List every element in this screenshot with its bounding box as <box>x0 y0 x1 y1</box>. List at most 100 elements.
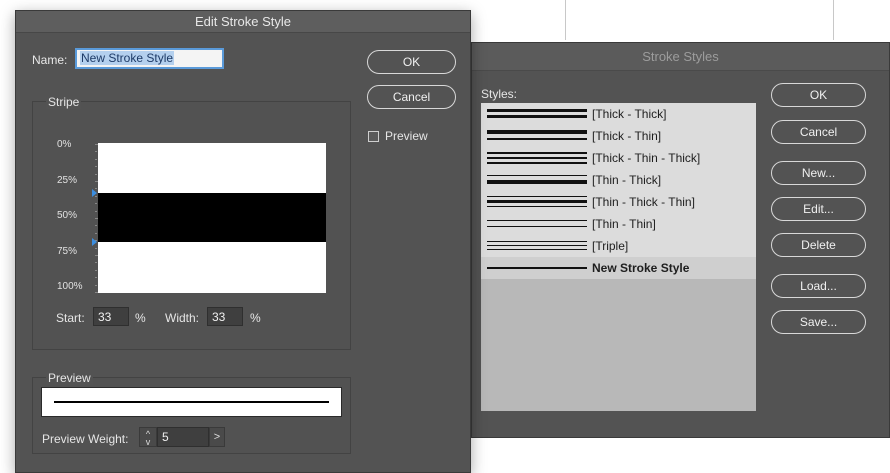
stripe-ruler-tick <box>95 166 97 168</box>
width-unit: % <box>250 311 261 325</box>
width-input[interactable]: 33 <box>207 307 243 326</box>
stroke-style-item[interactable]: [Thick - Thin - Thick] <box>481 147 756 169</box>
stripe-canvas[interactable] <box>98 143 326 293</box>
preview-weight-input[interactable]: 5 <box>157 427 209 447</box>
styles-edit-button[interactable]: Edit... <box>771 197 866 221</box>
stroke-style-sample <box>487 129 587 143</box>
stroke-style-sample-line <box>487 175 587 176</box>
stroke-style-sample <box>487 195 587 209</box>
preview-group-title: Preview <box>46 371 93 385</box>
stroke-style-label: [Thin - Thick - Thin] <box>592 195 695 209</box>
edit-stroke-style-dialog: Edit Stroke Style Name: New Stroke Style… <box>15 10 471 473</box>
preview-weight-menu-arrow-icon[interactable]: > <box>209 427 225 447</box>
stroke-style-item[interactable]: [Thin - Thick - Thin] <box>481 191 756 213</box>
stroke-style-item[interactable]: New Stroke Style <box>481 257 756 279</box>
stroke-style-sample <box>487 239 587 253</box>
cancel-button[interactable]: Cancel <box>367 85 456 109</box>
stroke-style-sample-line <box>487 115 587 118</box>
width-label: Width: <box>165 311 200 325</box>
stroke-preview-line <box>54 401 329 403</box>
stroke-preview <box>41 387 342 417</box>
stroke-style-item[interactable]: [Thick - Thin] <box>481 125 756 147</box>
stroke-style-sample-line <box>487 249 587 250</box>
styles-save-button[interactable]: Save... <box>771 310 866 334</box>
styles-delete-button[interactable]: Delete <box>771 233 866 257</box>
name-input[interactable]: New Stroke Style <box>75 48 224 69</box>
stroke-style-sample-line <box>487 157 587 159</box>
document-guide-line <box>833 0 834 40</box>
stripe-tick-label: 0% <box>57 139 72 150</box>
styles-new-button[interactable]: New... <box>771 161 866 185</box>
edit-stroke-style-titlebar[interactable]: Edit Stroke Style <box>16 11 470 33</box>
stroke-style-sample-line <box>487 245 587 246</box>
stroke-style-sample-line <box>487 206 587 207</box>
preview-checkbox-box[interactable] <box>368 130 379 142</box>
stripe-ruler-tick <box>95 277 97 279</box>
stripe-group-title: Stripe <box>46 95 82 109</box>
stroke-style-sample-line <box>487 226 587 227</box>
stroke-style-sample-line <box>487 162 587 164</box>
stepper-down-icon[interactable]: v <box>140 438 156 447</box>
stripe-ruler-tick <box>95 232 97 234</box>
stripe-ruler-tick <box>95 151 97 153</box>
stripe-band[interactable] <box>98 192 326 242</box>
stroke-style-sample-line <box>487 130 587 134</box>
stroke-style-item[interactable]: [Thin - Thin] <box>481 213 756 235</box>
stroke-style-item[interactable]: [Triple] <box>481 235 756 257</box>
preview-checkbox[interactable]: Preview <box>368 129 428 143</box>
start-unit: % <box>135 311 146 325</box>
stroke-style-item[interactable]: [Thin - Thick] <box>481 169 756 191</box>
stripe-ruler-tick <box>95 203 97 205</box>
start-label: Start: <box>56 311 85 325</box>
stripe-ruler-tick <box>95 225 97 227</box>
stroke-style-label: [Thick - Thin - Thick] <box>592 151 701 165</box>
preview-checkbox-label: Preview <box>385 129 428 143</box>
preview-weight-stepper[interactable]: ^ v <box>139 427 157 447</box>
stripe-end-marker[interactable] <box>92 238 97 246</box>
preview-weight-label: Preview Weight: <box>42 432 129 446</box>
stripe-tick-label: 100% <box>57 281 83 292</box>
name-label: Name: <box>32 53 68 67</box>
stripe-ruler-tick <box>95 210 97 212</box>
document-guide-line <box>565 0 566 40</box>
stroke-style-sample <box>487 217 587 231</box>
name-input-value: New Stroke Style <box>80 51 175 65</box>
stroke-style-sample-line <box>487 180 587 184</box>
stroke-style-sample-line <box>487 241 587 242</box>
stroke-style-item[interactable]: [Thick - Thick] <box>481 103 756 125</box>
styles-label: Styles: <box>481 87 518 101</box>
stroke-styles-dialog: Stroke Styles Styles: [Thick - Thick] [Th… <box>471 42 890 438</box>
styles-cancel-button[interactable]: Cancel <box>771 120 866 144</box>
stroke-style-sample <box>487 151 587 165</box>
stroke-style-label: [Thin - Thin] <box>592 217 656 231</box>
stripe-ruler-tick <box>95 269 97 271</box>
stroke-style-label: [Triple] <box>592 239 629 253</box>
stroke-style-sample <box>487 173 587 187</box>
stroke-style-sample-line <box>487 220 587 221</box>
stroke-style-label: [Thick - Thin] <box>592 129 662 143</box>
stripe-tick-label: 75% <box>57 245 78 257</box>
styles-load-button[interactable]: Load... <box>771 274 866 298</box>
stroke-style-sample <box>487 261 587 275</box>
stroke-style-sample-line <box>487 138 587 140</box>
stroke-style-sample-line <box>487 109 587 112</box>
stroke-style-sample-line <box>487 152 587 154</box>
stripe-tick-label: 50% <box>57 210 78 221</box>
stripe-ruler-tick <box>95 284 97 286</box>
stroke-style-sample <box>487 107 587 121</box>
styles-list[interactable]: [Thick - Thick] [Thick - Thin] [Thick - Th… <box>481 103 756 411</box>
stroke-style-label: New Stroke Style <box>592 261 690 275</box>
stroke-style-label: [Thick - Thick] <box>592 107 667 121</box>
stripe-ruler-tick <box>95 247 97 249</box>
stripe-ruler-tick <box>95 262 97 264</box>
stroke-styles-titlebar[interactable]: Stroke Styles <box>472 43 889 71</box>
ok-button[interactable]: OK <box>367 50 456 74</box>
stripe-tick-label: 25% <box>57 174 78 186</box>
stroke-style-label: [Thin - Thick] <box>592 173 662 187</box>
styles-ok-button[interactable]: OK <box>771 83 866 107</box>
stripe-ruler-tick <box>95 173 97 175</box>
stroke-style-sample-line <box>487 196 587 197</box>
stripe-ruler-tick <box>95 158 97 160</box>
start-input[interactable]: 33 <box>93 307 129 326</box>
stripe-start-marker[interactable] <box>92 188 97 197</box>
